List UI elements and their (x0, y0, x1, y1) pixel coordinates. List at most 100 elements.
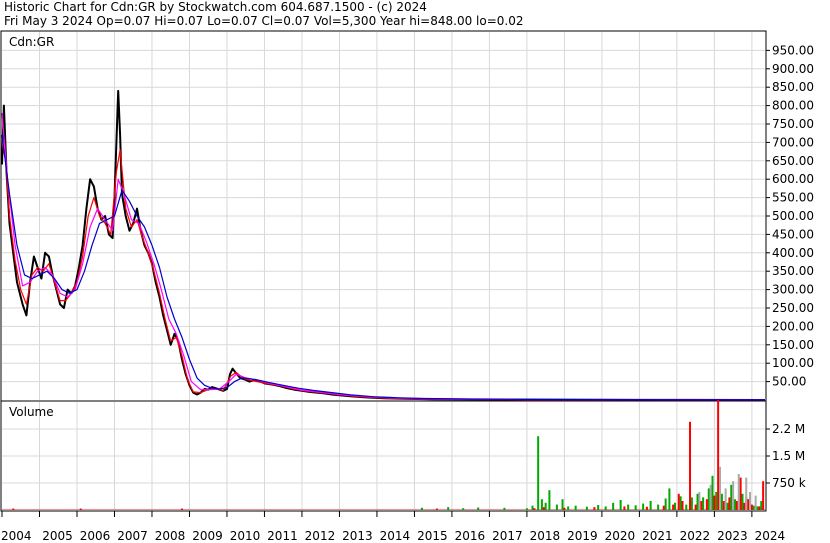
volume-panel-title: Volume (9, 405, 54, 419)
volume-bar (758, 506, 761, 510)
volume-bar (563, 507, 566, 510)
volume-bar (719, 466, 722, 510)
price-y-axis: 50.00 100.00 150.00 200.00 250.00 300.00 350.0… (766, 43, 814, 389)
volume-bar (542, 507, 545, 510)
volume-bar (690, 497, 693, 510)
price-y-tick-label: 250.00 (772, 301, 814, 315)
volume-bar (435, 508, 438, 510)
x-tick-label: 2012 (305, 529, 336, 543)
volume-bar (623, 506, 626, 510)
volume-bar (730, 484, 733, 510)
volume-bar (694, 504, 697, 510)
volume-bar (642, 503, 645, 510)
x-tick-label: 2011 (267, 529, 298, 543)
price-y-tick-label: 650.00 (772, 154, 814, 168)
volume-bar (717, 400, 720, 510)
volume-bar (696, 493, 699, 510)
volume-bar (711, 475, 714, 510)
volume-bar (593, 507, 596, 510)
volume-bar (540, 499, 543, 510)
volume-bar (531, 505, 534, 510)
price-y-tick-label: 200.00 (772, 319, 814, 333)
volume-bar (720, 493, 723, 510)
volume-bar (574, 505, 577, 510)
x-tick-label: 2019 (567, 529, 598, 543)
x-tick-label: 2014 (380, 529, 411, 543)
volume-bar (752, 505, 755, 510)
volume-bar (741, 493, 744, 510)
volume-bar (756, 506, 759, 510)
x-tick-label: 2022 (680, 529, 711, 543)
volume-bar (734, 499, 737, 510)
volume-bar (627, 504, 630, 510)
volume-bar (679, 496, 682, 510)
volume-y-tick-label: 750 k (772, 476, 806, 490)
volume-bar (585, 506, 588, 510)
x-tick-label: 2006 (80, 529, 111, 543)
volume-bar (713, 495, 716, 510)
volume-bar (447, 507, 450, 510)
volume-bar (760, 501, 763, 510)
price-y-tick-label: 350.00 (772, 264, 814, 278)
price-y-tick-label: 150.00 (772, 338, 814, 352)
x-tick-label: 2024 (755, 529, 786, 543)
volume-bar (649, 501, 652, 510)
volume-bar (728, 497, 731, 510)
volume-bar (762, 481, 765, 510)
x-tick-label: 2016 (455, 529, 486, 543)
price-y-tick-label: 950.00 (772, 43, 814, 57)
x-tick-label: 2018 (530, 529, 561, 543)
stock-chart: 50.00 100.00 150.00 200.00 250.00 300.00 350.0… (0, 30, 814, 543)
volume-y-tick-label: 1.5 M (772, 449, 805, 463)
volume-bar (674, 502, 677, 510)
x-tick-label: 2017 (492, 529, 523, 543)
volume-bar (619, 499, 622, 510)
volume-bar (745, 477, 748, 510)
volume-bar (732, 481, 735, 510)
volume-bar (548, 490, 551, 510)
price-y-tick-label: 750.00 (772, 117, 814, 131)
price-grid (2, 32, 765, 400)
volume-bar (743, 502, 746, 510)
volume-bar (707, 488, 710, 510)
volume-bar (664, 498, 667, 510)
price-y-tick-label: 600.00 (772, 172, 814, 186)
volume-bar (180, 508, 183, 510)
volume-bar (12, 508, 15, 510)
price-y-tick-label: 400.00 (772, 246, 814, 260)
volume-bar (685, 504, 688, 510)
volume-y-tick-label: 2.2 M (772, 422, 805, 436)
volume-bar (668, 488, 671, 510)
x-tick-label: 2008 (155, 529, 186, 543)
volume-bar (657, 504, 660, 510)
x-tick-label: 2013 (342, 529, 373, 543)
volume-bar (735, 501, 738, 510)
x-axis: 2004 2005 2006 2007 2008 2009 2010 2011 2012 2013… (1, 511, 785, 543)
volume-bar (672, 504, 675, 510)
x-tick-label: 2015 (417, 529, 448, 543)
volume-bar (737, 474, 740, 510)
volume-bar (677, 493, 680, 510)
volume-bar (555, 504, 558, 510)
volume-bar (749, 492, 752, 510)
price-y-tick-label: 850.00 (772, 80, 814, 94)
price-y-tick-label: 50.00 (772, 375, 806, 389)
volume-bar (662, 505, 665, 510)
price-y-tick-label: 500.00 (772, 209, 814, 223)
volume-bar (724, 488, 727, 510)
volume-bar (709, 484, 712, 510)
x-tick-label: 2009 (192, 529, 223, 543)
x-tick-label: 2021 (642, 529, 673, 543)
volume-bar (544, 502, 547, 510)
volume-bar (634, 505, 637, 510)
volume-bar (722, 501, 725, 510)
x-tick-label: 2004 (1, 529, 32, 543)
volume-bar (525, 508, 528, 510)
price-y-tick-label: 700.00 (772, 135, 814, 149)
x-tick-label: 2010 (230, 529, 261, 543)
volume-bar (79, 508, 82, 510)
price-y-tick-label: 300.00 (772, 283, 814, 297)
volume-bar (698, 492, 701, 510)
volume-bar (750, 504, 753, 510)
volume-bar (420, 507, 423, 510)
